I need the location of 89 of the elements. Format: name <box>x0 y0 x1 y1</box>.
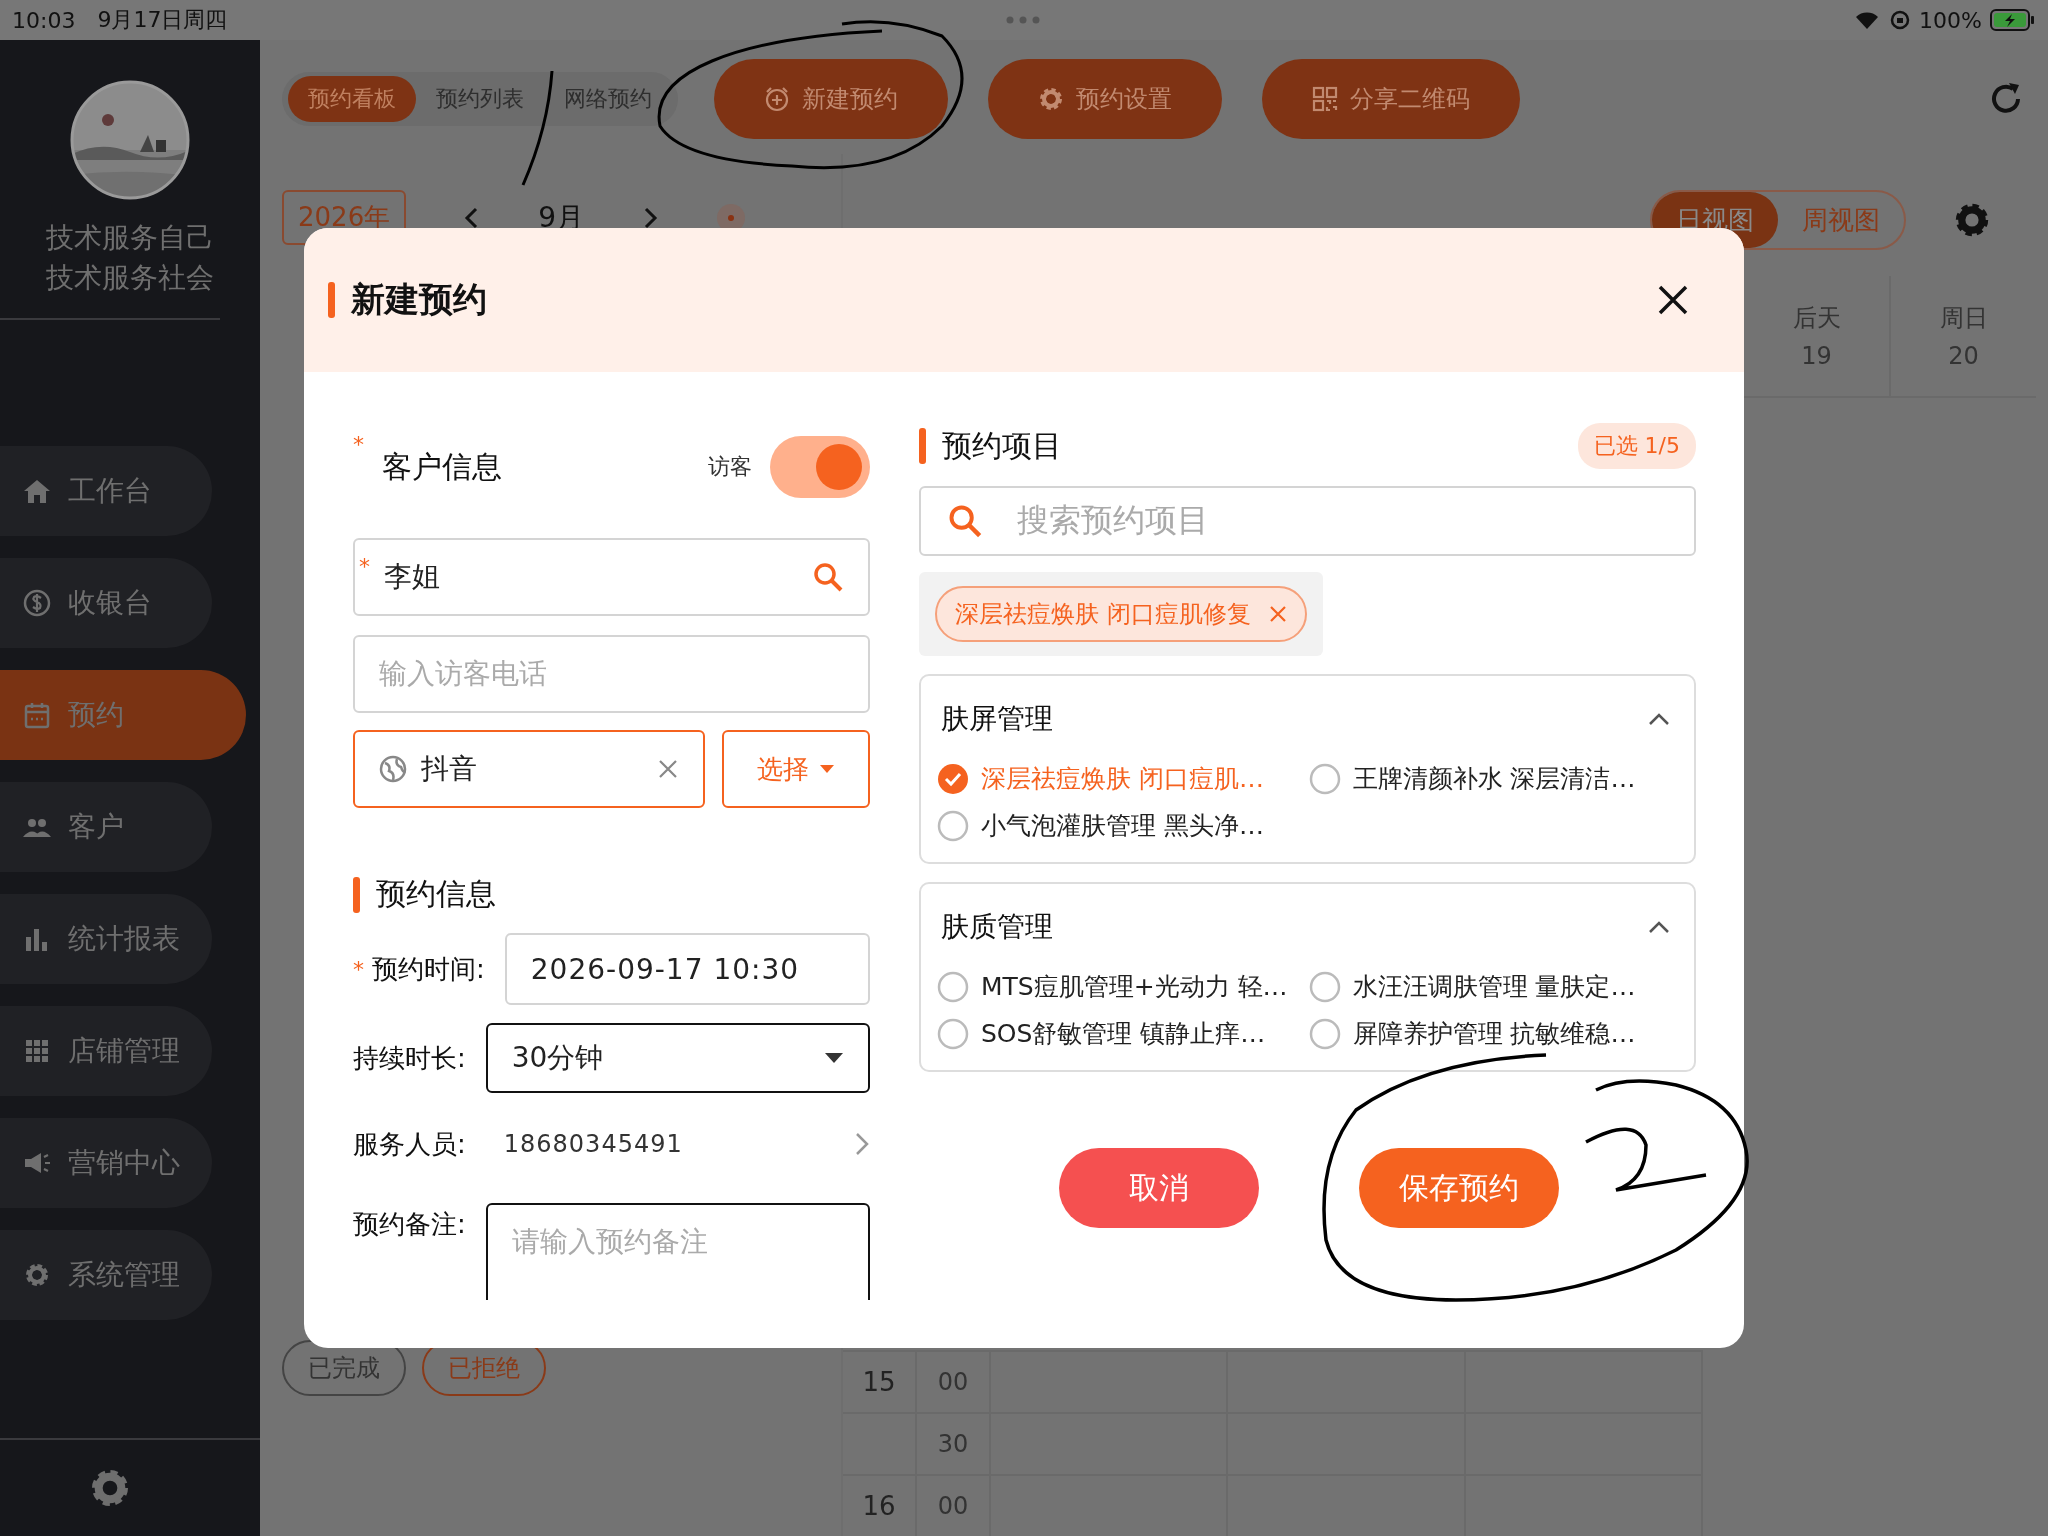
battery-icon <box>1990 8 2036 32</box>
time-field[interactable]: 2026-09-17 10:30 <box>504 933 870 1005</box>
item-option[interactable]: 屏障养护管理 抗敏维稳… <box>1308 1017 1670 1050</box>
lock-rotation-icon <box>1889 9 1912 31</box>
item-option[interactable]: 小气泡灌肤管理 黑头净… <box>937 809 1299 842</box>
nav-item[interactable]: 系统管理 <box>0 1230 212 1320</box>
dialog-title: 新建预约 <box>351 278 487 321</box>
tab[interactable]: 网络预约 <box>544 76 672 122</box>
staff-row[interactable]: 服务人员: 18680345491 <box>353 1109 870 1179</box>
name-value: 李姐 <box>384 559 440 595</box>
item-option[interactable]: 深层祛痘焕肤 闭口痘肌… <box>937 762 1299 795</box>
caret-icon <box>824 1052 844 1064</box>
caret-icon <box>819 764 835 774</box>
field-label: 服务人员: <box>353 1127 466 1161</box>
minute-label: 00 <box>937 1492 969 1520</box>
tab[interactable]: 预约看板 <box>288 76 416 122</box>
name-field[interactable]: * 李姐 <box>353 538 870 616</box>
section-title: 预约信息 <box>376 875 496 913</box>
day-date: 20 <box>1948 342 1979 370</box>
section-title: 客户信息 <box>382 447 502 486</box>
qr-code-icon <box>1312 86 1338 112</box>
hour-label: 16 <box>862 1491 896 1521</box>
nav-item[interactable]: 工作台 <box>0 446 212 536</box>
battery-text: 100% <box>1919 7 1982 33</box>
chevron-up-icon[interactable] <box>1648 920 1670 934</box>
required-mark: * <box>359 554 370 579</box>
select-button[interactable]: 选择 <box>722 730 870 808</box>
accent-bar <box>353 876 360 913</box>
tab[interactable]: 周视图 <box>1778 192 1904 248</box>
calendar-icon <box>22 700 52 730</box>
minute-label: 30 <box>937 1430 969 1458</box>
field-label: 预约时间: <box>372 952 485 986</box>
item-option[interactable]: SOS舒敏管理 镇静止痒… <box>937 1017 1299 1050</box>
source-field[interactable]: 抖音 <box>353 730 705 808</box>
tab[interactable]: 预约列表 <box>416 76 544 122</box>
item-option[interactable]: 水汪汪调肤管理 量肤定… <box>1308 970 1670 1003</box>
save-button[interactable]: 保存预约 <box>1359 1148 1559 1228</box>
selected-count-badge: 已选 1/5 <box>1577 423 1696 469</box>
hour-label: 15 <box>862 1367 896 1397</box>
day-name: 后天 <box>1792 303 1841 334</box>
staff-value: 18680345491 <box>503 1130 683 1158</box>
category-name: 肤质管理 <box>941 909 1053 945</box>
booking-settings-button[interactable]: 预约设置 <box>988 59 1222 139</box>
search-field[interactable]: 搜索预约项目 <box>919 486 1696 556</box>
required-mark: * <box>353 432 364 457</box>
day-date: 19 <box>1801 342 1832 370</box>
day-name: 周日 <box>1939 303 1988 334</box>
globe-icon <box>379 755 407 783</box>
more-icon <box>1006 16 1040 24</box>
nav-item[interactable]: 客户 <box>0 782 212 872</box>
item-option[interactable]: 王牌清颜补水 深层清洁… <box>1308 762 1670 795</box>
nav-item[interactable]: 统计报表 <box>0 894 212 984</box>
section-title: 预约项目 <box>942 426 1062 465</box>
category-name: 肤屏管理 <box>941 701 1053 737</box>
settings-icon[interactable] <box>90 1468 130 1508</box>
duration-dropdown[interactable]: 30分钟 <box>485 1023 870 1093</box>
required-mark: * <box>353 956 364 982</box>
item-option[interactable]: MTS痘肌管理+光动力 轻… <box>937 970 1299 1003</box>
field-label: 预约备注: <box>353 1208 466 1241</box>
field-label: 持续时长: <box>353 1041 466 1075</box>
new-booking-button[interactable]: 新建预约 <box>714 59 948 139</box>
alarm-clock-icon <box>764 86 790 112</box>
user-name: 技术服务社会 <box>46 260 214 296</box>
clear-icon[interactable] <box>657 758 679 780</box>
share-qr-button[interactable]: 分享二维码 <box>1262 59 1520 139</box>
search-icon[interactable] <box>812 561 844 593</box>
cancel-button[interactable]: 取消 <box>1059 1148 1259 1228</box>
minute-label: 00 <box>937 1368 969 1396</box>
accent-bar <box>328 282 335 318</box>
nav-item[interactable]: 预约 <box>0 670 246 760</box>
visitor-label: 访客 <box>708 453 752 481</box>
clock-text: 10:03 <box>12 7 76 33</box>
nav-item[interactable]: 收银台 <box>0 558 212 648</box>
nav-item[interactable]: 营销中心 <box>0 1118 212 1208</box>
chevron-up-icon[interactable] <box>1648 712 1670 726</box>
close-icon[interactable] <box>1656 283 1690 317</box>
nav-item[interactable]: 店铺管理 <box>0 1006 212 1096</box>
dollar-icon <box>22 588 52 618</box>
phone-field[interactable]: 输入访客电话 <box>353 635 870 713</box>
accent-bar <box>919 428 926 464</box>
note-field[interactable]: 请输入预约备注 <box>485 1203 870 1300</box>
gear-icon <box>1038 86 1064 112</box>
user-name: 技术服务自己 <box>46 220 214 256</box>
date-text: 9月17日周四 <box>97 6 228 34</box>
remove-icon[interactable] <box>1268 605 1287 623</box>
item-tag[interactable]: 深层祛痘焕肤 闭口痘肌修复 <box>935 586 1307 642</box>
settings-icon[interactable] <box>1954 202 1990 238</box>
search-icon <box>947 503 983 539</box>
chevron-right-icon <box>854 1131 870 1157</box>
